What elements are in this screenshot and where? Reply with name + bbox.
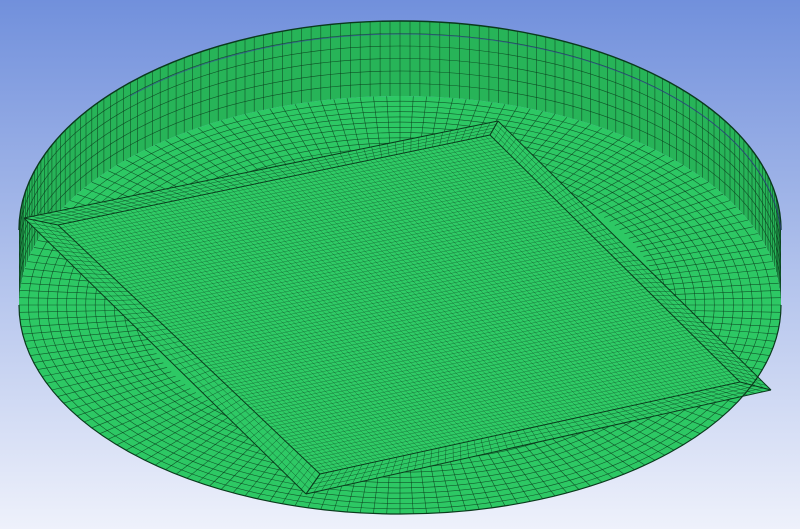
mesh-view-canvas[interactable] [0,0,800,529]
graphics-viewport[interactable] [0,0,800,529]
mesh-model[interactable] [18,20,782,515]
